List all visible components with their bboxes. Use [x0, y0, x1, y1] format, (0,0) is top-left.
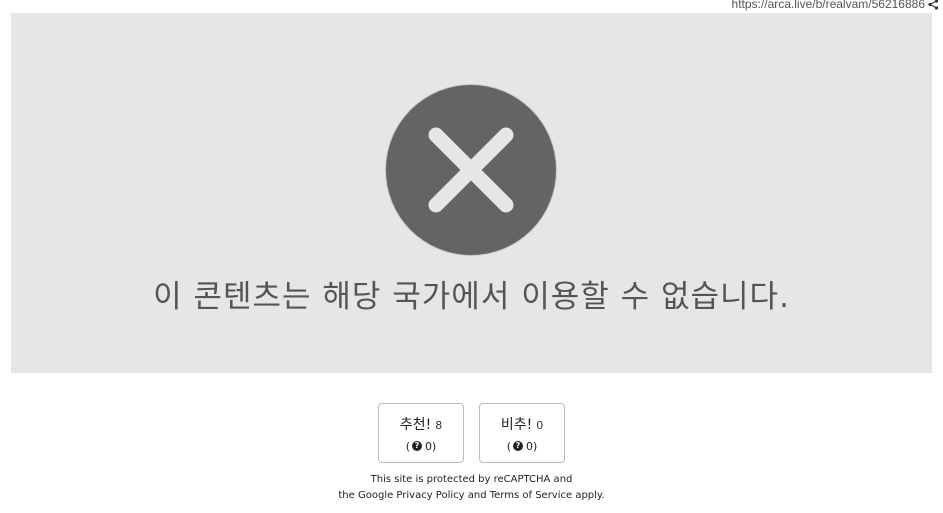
question-icon[interactable]: ?: [412, 441, 422, 451]
page-root: https://arca.live/b/realvam/56216886 이 콘…: [0, 0, 943, 513]
downvote-count: 0: [536, 418, 544, 432]
downvote-row: 비추! 0: [501, 414, 543, 434]
blocked-content-panel: 이 콘텐츠는 해당 국가에서 이용할 수 없습니다.: [11, 13, 932, 373]
upvote-sub-open: (: [405, 439, 410, 453]
upvote-label: 추천!: [399, 416, 432, 433]
blocked-message: 이 콘텐츠는 해당 국가에서 이용할 수 없습니다.: [153, 279, 790, 315]
recaptcha-line-1: This site is protected by reCAPTCHA and: [370, 474, 573, 485]
recaptcha-line-2: the Google Privacy Policy and Terms of S…: [338, 490, 605, 501]
downvote-label: 비추!: [500, 416, 533, 433]
question-icon[interactable]: ?: [513, 441, 523, 451]
article-url[interactable]: https://arca.live/b/realvam/56216886: [732, 0, 925, 11]
upvote-row: 추천! 8: [400, 414, 442, 434]
recaptcha-notice: This site is protected by reCAPTCHA and …: [0, 472, 943, 504]
upvote-sub-row: ( ? 0): [406, 440, 437, 453]
vote-group: 추천! 8 ( ? 0) 비추! 0 ( ? 0): [0, 403, 943, 463]
downvote-sub-row: ( ? 0): [507, 440, 538, 453]
downvote-sub-open: (: [506, 439, 511, 453]
upvote-button[interactable]: 추천! 8 ( ? 0): [378, 403, 464, 463]
upvote-count: 8: [435, 418, 443, 432]
close-circle-icon: [386, 85, 556, 255]
upvote-sub-count: 0): [425, 439, 437, 453]
downvote-sub-count: 0): [526, 439, 538, 453]
downvote-button[interactable]: 비추! 0 ( ? 0): [479, 403, 565, 463]
article-url-bar: https://arca.live/b/realvam/56216886: [732, 0, 939, 12]
share-icon[interactable]: [928, 0, 939, 10]
